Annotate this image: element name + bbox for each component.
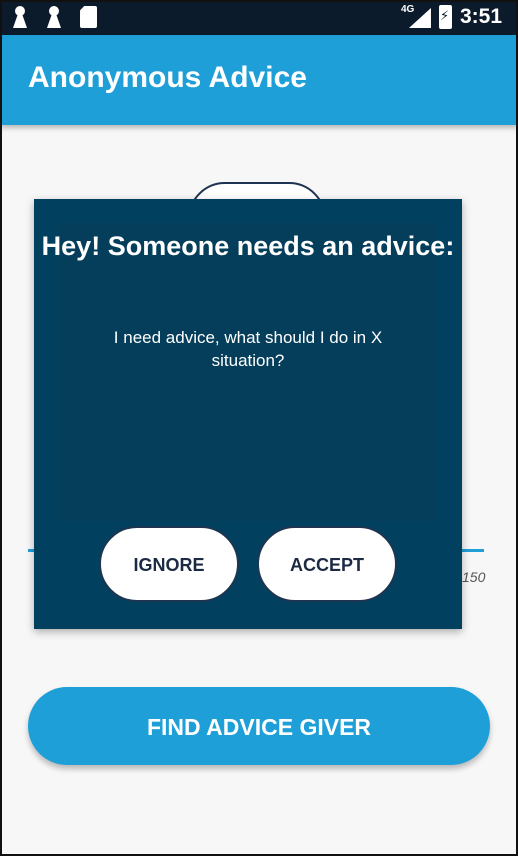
person-icon	[46, 6, 62, 28]
advice-request-dialog: Hey! Someone needs an advice: I need adv…	[34, 199, 462, 629]
ignore-button[interactable]: IGNORE	[99, 526, 239, 602]
status-bar: 4G 3:51	[0, 0, 518, 35]
app-bar: Anonymous Advice	[0, 35, 518, 125]
status-left-icons	[12, 6, 97, 28]
accept-button[interactable]: ACCEPT	[257, 526, 397, 602]
sdcard-icon	[80, 6, 97, 28]
app-title: Anonymous Advice	[28, 61, 307, 94]
status-time: 3:51	[459, 5, 502, 28]
dialog-title: Hey! Someone needs an advice:	[41, 231, 455, 261]
person-icon	[12, 6, 28, 28]
dialog-content-area	[58, 223, 436, 521]
status-right-icons: 4G 3:51	[401, 4, 502, 30]
network-type: 4G	[400, 4, 415, 15]
battery-charging-icon	[438, 5, 452, 29]
find-advice-giver-button[interactable]: FIND ADVICE GIVER	[28, 687, 490, 765]
dialog-message: I need advice, what should I do in X sit…	[113, 328, 383, 370]
signal-icon: 4G	[401, 4, 431, 30]
slider-max-label: 150	[462, 569, 486, 585]
